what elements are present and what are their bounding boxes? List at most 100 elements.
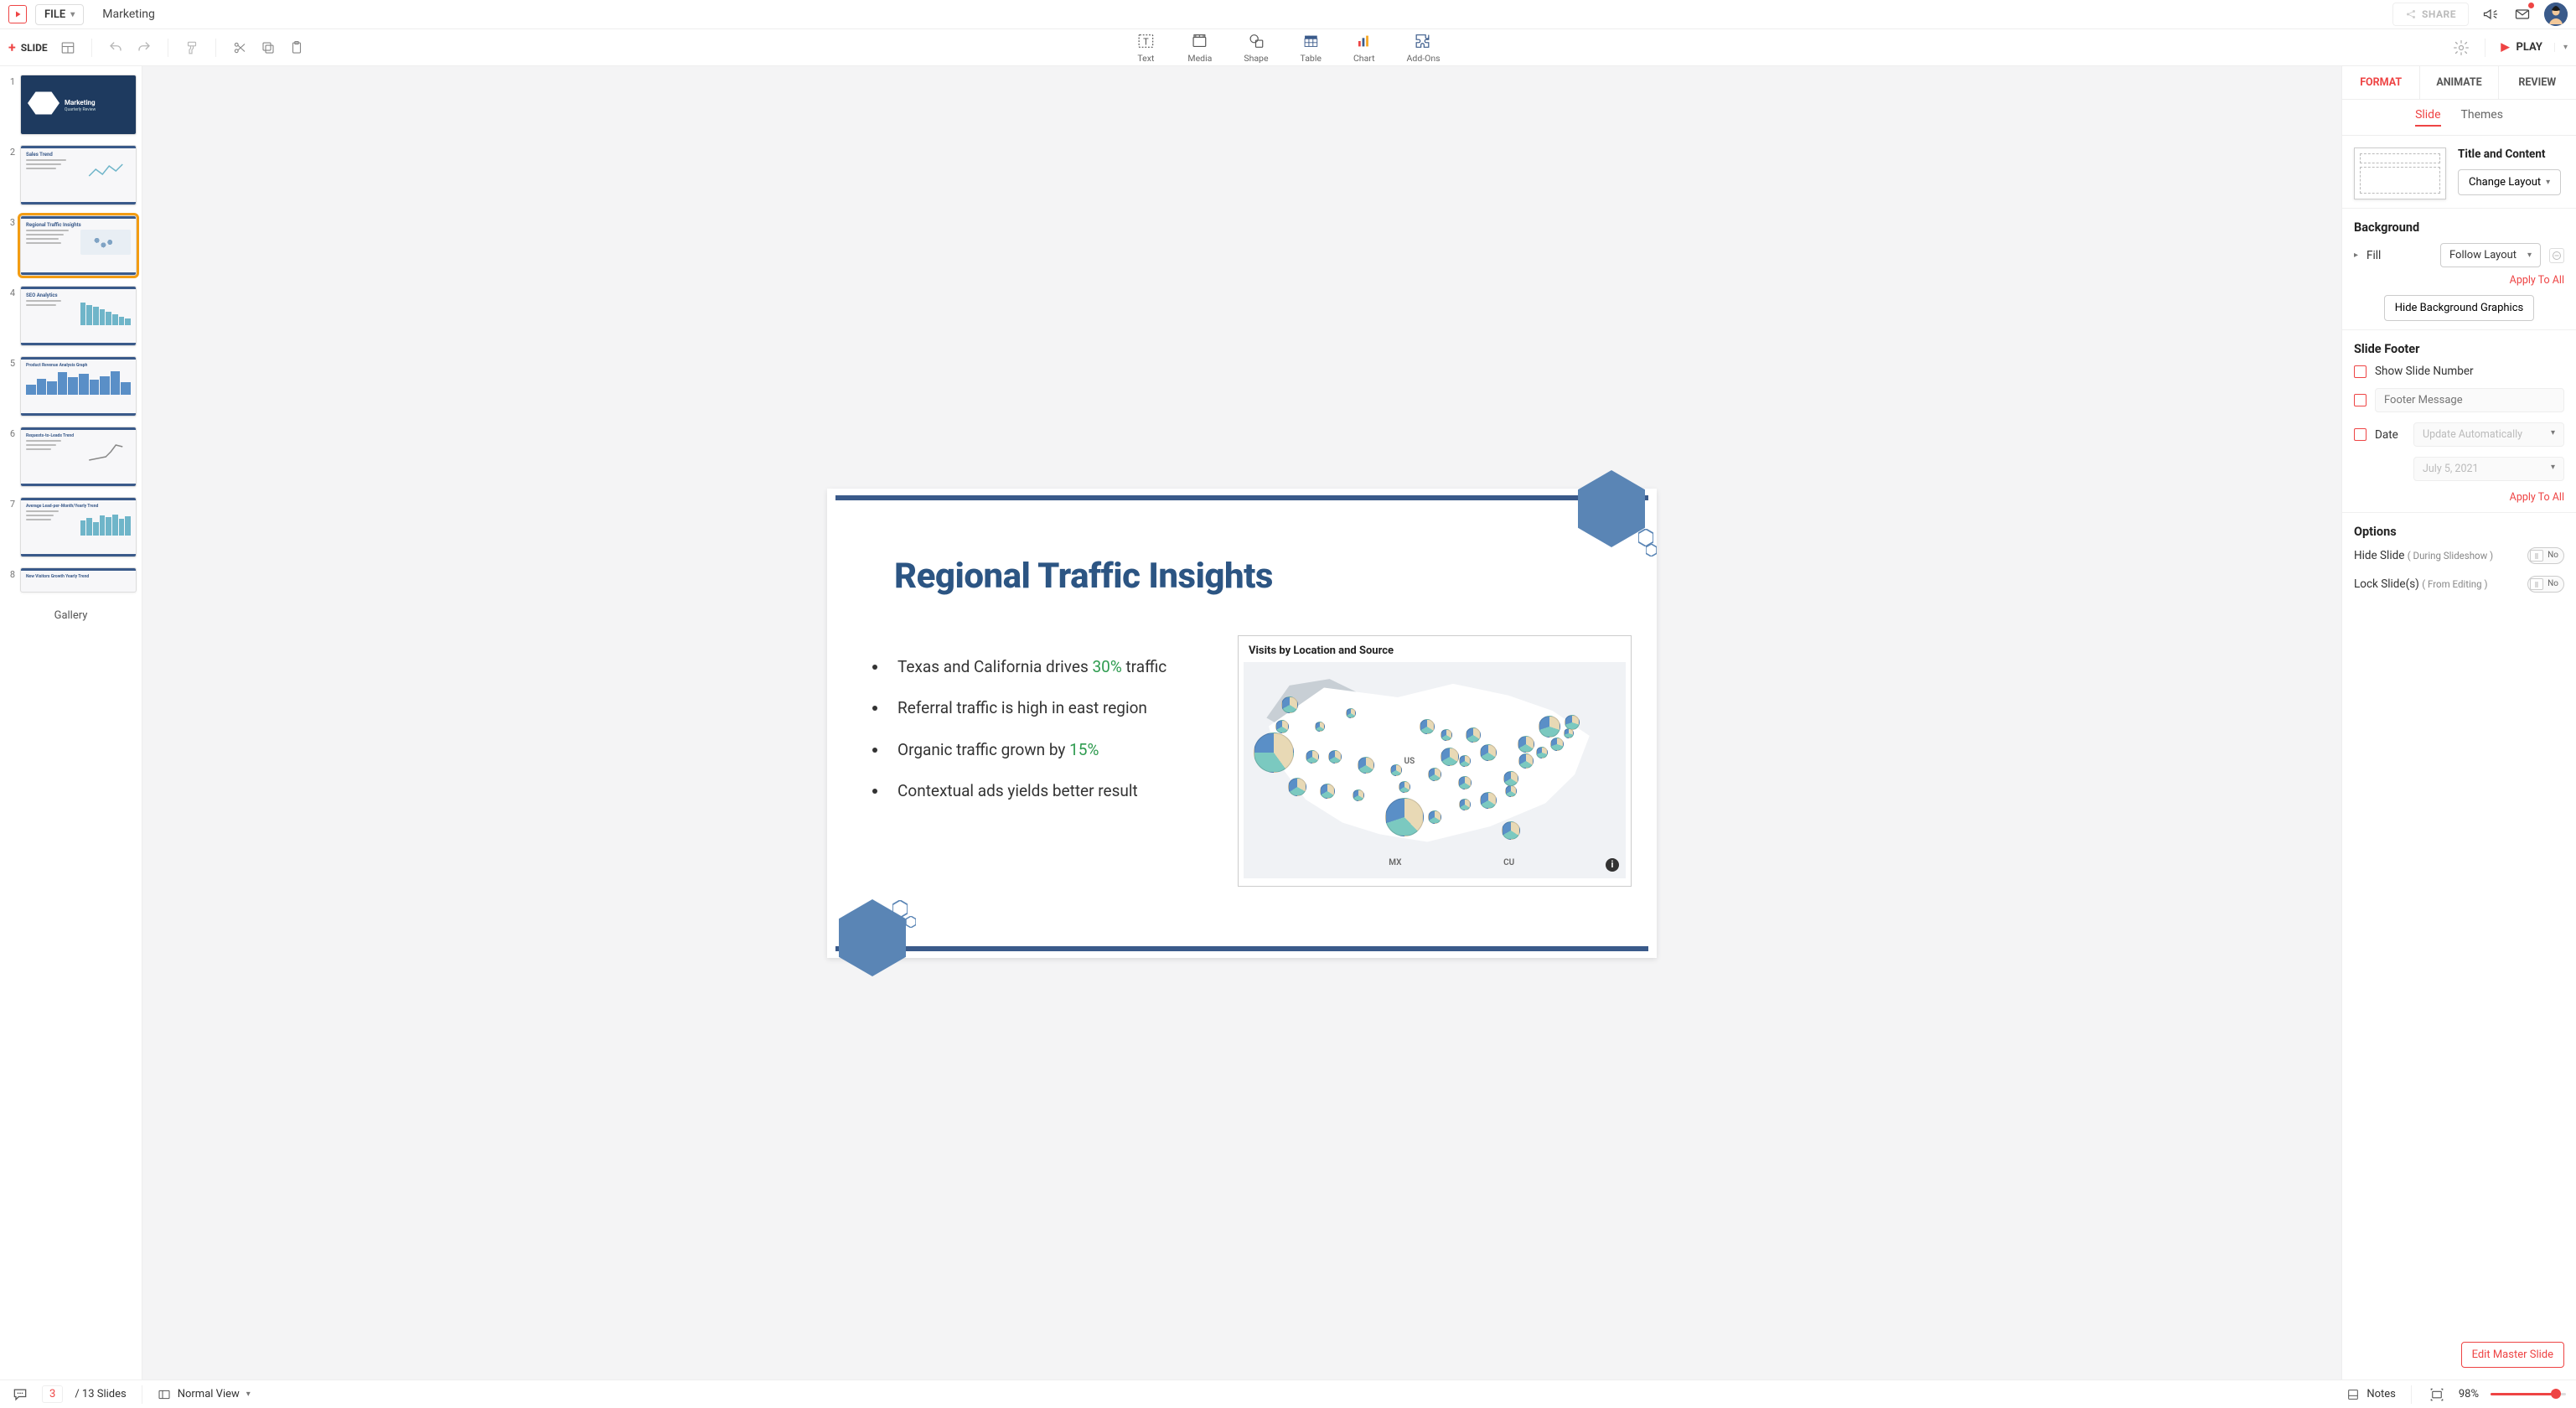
insert-shape-button[interactable]: Shape xyxy=(1244,31,1268,64)
paste-button[interactable] xyxy=(288,39,305,56)
zoom-slider[interactable] xyxy=(2491,1393,2566,1395)
user-avatar[interactable] xyxy=(2544,3,2568,26)
file-menu-button[interactable]: FILE ▾ xyxy=(35,4,84,25)
current-slide-number[interactable]: 3 xyxy=(42,1385,63,1403)
format-tab[interactable]: FORMAT xyxy=(2342,66,2420,99)
document-title[interactable]: Marketing xyxy=(102,8,155,21)
lock-slide-toggle[interactable]: ||No xyxy=(2527,576,2564,593)
current-slide[interactable]: Regional Traffic Insights Texas and Cali… xyxy=(827,489,1657,958)
play-label: PLAY xyxy=(2516,41,2542,54)
mail-icon[interactable] xyxy=(2512,4,2532,24)
map-pie-Idaho xyxy=(1315,722,1325,732)
map-pie-Washington xyxy=(1281,696,1298,713)
show-slide-number-checkbox[interactable] xyxy=(2354,365,2367,378)
bullet-1[interactable]: Texas and California drives 30% traffic xyxy=(872,656,1204,678)
map-pie-Nevada xyxy=(1306,750,1319,764)
footer-message-checkbox[interactable] xyxy=(2354,394,2367,406)
map-pie-California-S xyxy=(1288,778,1306,796)
insert-table-button[interactable]: Table xyxy=(1301,31,1322,64)
map-pie-Pennsylvania xyxy=(1518,736,1534,753)
slide-thumb-5[interactable]: Product Revenue Analysis Graph xyxy=(20,356,137,417)
view-mode-label: Normal View xyxy=(178,1388,240,1400)
fill-select[interactable]: Follow Layout▾ xyxy=(2440,243,2541,267)
map-pie-Oregon xyxy=(1275,720,1289,733)
status-bar: 3 / 13 Slides Normal View ▾ Notes 98% xyxy=(0,1380,2576,1408)
slide-thumb-8[interactable]: New Visitors Growth Yearly Trend xyxy=(20,567,137,593)
slide-footer-heading: Slide Footer xyxy=(2354,342,2564,356)
map-chart-card[interactable]: Visits by Location and Source US MX CU i xyxy=(1238,635,1632,887)
footer-message-input[interactable] xyxy=(2375,388,2564,412)
fill-reset-button[interactable] xyxy=(2549,248,2564,263)
comments-icon[interactable] xyxy=(10,1385,30,1405)
slide-thumb-2[interactable]: Sales Trend xyxy=(20,145,137,205)
zoom-level: 98% xyxy=(2459,1388,2479,1400)
map-label-mx: MX xyxy=(1389,858,1401,867)
cut-button[interactable] xyxy=(231,39,248,56)
add-slide-label: SLIDE xyxy=(21,42,48,54)
slide-thumb-1[interactable]: MarketingQuarterly Review xyxy=(20,75,137,135)
slide-thumbnails-panel[interactable]: 1MarketingQuarterly Review 2Sales Trend … xyxy=(0,66,142,1380)
fit-to-screen-icon[interactable] xyxy=(2427,1385,2447,1405)
copy-button[interactable] xyxy=(260,39,277,56)
layout-picker-button[interactable] xyxy=(59,39,76,56)
megaphone-icon[interactable] xyxy=(2480,4,2501,24)
date-update-select[interactable]: Update Automatically▾ xyxy=(2413,422,2564,447)
bg-apply-all-link[interactable]: Apply To All xyxy=(2354,274,2564,287)
redo-button[interactable] xyxy=(136,39,153,56)
notes-icon xyxy=(2346,1388,2360,1401)
settings-gear-icon[interactable] xyxy=(2453,39,2470,56)
play-slideshow-button[interactable]: ▶ PLAY xyxy=(2501,41,2542,54)
insert-chart-button[interactable]: Chart xyxy=(1353,31,1375,64)
change-layout-button[interactable]: Change Layout▾ xyxy=(2458,169,2561,195)
text-icon: T xyxy=(1136,32,1155,50)
insert-media-button[interactable]: Media xyxy=(1187,31,1212,64)
slide-subtab[interactable]: Slide xyxy=(2415,108,2440,127)
map-pie-Michigan xyxy=(1466,727,1481,743)
date-checkbox[interactable] xyxy=(2354,428,2367,441)
slide-canvas-area[interactable]: Regional Traffic Insights Texas and Cali… xyxy=(142,66,2341,1380)
bullet-2[interactable]: Referral traffic is high in east region xyxy=(872,697,1204,719)
background-heading: Background xyxy=(2354,220,2564,235)
footer-apply-all-link[interactable]: Apply To All xyxy=(2354,491,2564,504)
slide-thumb-4[interactable]: SEO Analytics xyxy=(20,286,137,346)
map-pie-Kansas xyxy=(1390,764,1402,776)
share-button[interactable]: SHARE xyxy=(2392,3,2469,26)
lock-slide-label: Lock Slide(s) xyxy=(2354,577,2419,591)
bullet-4[interactable]: Contextual ads yields better result xyxy=(872,780,1204,802)
undo-button[interactable] xyxy=(107,39,124,56)
review-tab[interactable]: REVIEW xyxy=(2499,66,2576,99)
slide-thumb-7[interactable]: Average Lead-per-Month/Yearly Trend xyxy=(20,497,137,557)
caret-right-icon[interactable]: ▸ xyxy=(2354,251,2358,260)
insert-text-button[interactable]: T Text xyxy=(1135,31,1156,64)
add-slide-button[interactable]: + SLIDE xyxy=(8,39,48,55)
insert-shape-label: Shape xyxy=(1244,53,1268,64)
animate-tab[interactable]: ANIMATE xyxy=(2420,66,2498,99)
map-chart-body: US MX CU i xyxy=(1244,662,1626,878)
bullet-3[interactable]: Organic traffic grown by 15% xyxy=(872,739,1204,761)
shape-icon xyxy=(1247,32,1265,50)
notes-toggle[interactable]: Notes xyxy=(2346,1388,2396,1401)
hide-slide-toggle[interactable]: ||No xyxy=(2527,547,2564,564)
map-pie-Florida xyxy=(1502,821,1520,840)
themes-subtab[interactable]: Themes xyxy=(2461,108,2503,127)
hexagon-small-top-2 xyxy=(1646,544,1657,556)
hide-bg-graphics-button[interactable]: Hide Background Graphics xyxy=(2384,295,2534,321)
edit-master-slide-button[interactable]: Edit Master Slide xyxy=(2461,1342,2564,1368)
app-logo[interactable] xyxy=(8,5,27,23)
plus-icon: + xyxy=(8,39,16,55)
addons-button[interactable]: Add-Ons xyxy=(1407,31,1441,64)
slide-bullets[interactable]: Texas and California drives 30% traffic … xyxy=(872,656,1204,823)
info-icon[interactable]: i xyxy=(1606,858,1619,872)
slide-title[interactable]: Regional Traffic Insights xyxy=(894,556,1273,597)
format-painter-button[interactable] xyxy=(184,39,200,56)
svg-text:T: T xyxy=(1143,37,1149,48)
slide-thumb-3[interactable]: Regional Traffic Insights xyxy=(20,215,137,276)
map-pie-Maryland xyxy=(1536,747,1548,758)
play-dropdown[interactable]: ▾ xyxy=(2554,43,2568,52)
slide-thumb-6[interactable]: Requests-to-Leads Trend xyxy=(20,427,137,487)
insert-text-label: Text xyxy=(1137,53,1154,64)
gallery-button[interactable]: Gallery xyxy=(5,603,137,629)
date-value-select[interactable]: July 5, 2021▾ xyxy=(2413,457,2564,481)
view-mode-select[interactable]: Normal View ▾ xyxy=(158,1388,251,1401)
format-panel: FORMAT ANIMATE REVIEW Slide Themes Title… xyxy=(2341,66,2576,1380)
